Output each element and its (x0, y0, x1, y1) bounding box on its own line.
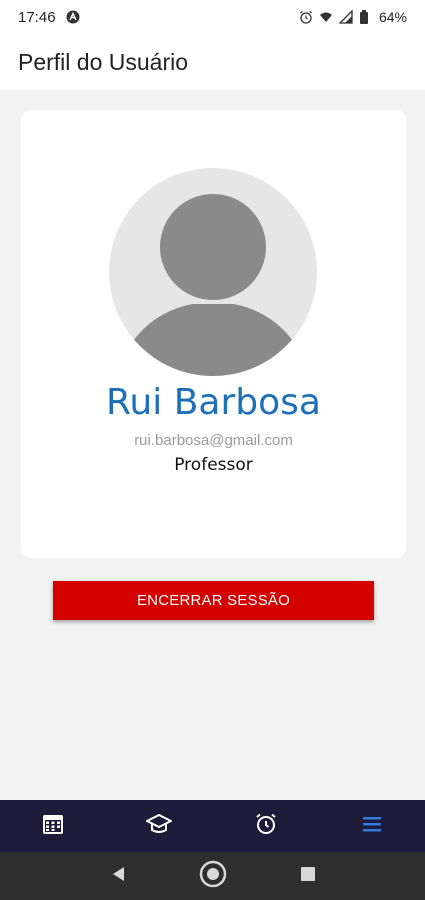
nav-calendar[interactable] (23, 800, 83, 852)
profile-card: Rui Barbosa rui.barbosa@gmail.com Profes… (21, 110, 406, 558)
signal-icon (338, 9, 353, 24)
status-time: 17:46 (18, 8, 56, 26)
battery-level: 64% (378, 9, 407, 25)
default-avatar-icon (109, 168, 317, 376)
alarm-clock-icon (254, 812, 278, 841)
back-button[interactable] (98, 856, 138, 896)
user-name: Rui Barbosa (106, 382, 321, 423)
nav-courses[interactable] (129, 800, 189, 852)
recents-button[interactable] (288, 856, 328, 896)
wifi-icon (319, 10, 333, 24)
main-content: Rui Barbosa rui.barbosa@gmail.com Profes… (0, 90, 425, 800)
home-button[interactable] (193, 856, 233, 896)
home-circle-icon (198, 859, 228, 894)
recents-square-icon (300, 866, 316, 887)
system-nav-bar (0, 852, 425, 900)
bottom-nav (0, 800, 425, 852)
app-header: Perfil do Usuário (0, 34, 425, 90)
nav-menu[interactable] (342, 800, 402, 852)
user-role: Professor (174, 455, 253, 475)
logout-button[interactable]: ENCERRAR SESSÃO (53, 581, 374, 620)
battery-icon (359, 10, 373, 24)
page-title: Perfil do Usuário (18, 48, 189, 75)
status-icons: 64% (299, 9, 407, 25)
status-bar: 17:46 64% (0, 0, 425, 34)
back-triangle-icon (110, 865, 126, 888)
notification-a-icon (66, 10, 80, 24)
alarm-icon (299, 10, 313, 24)
calendar-icon (41, 812, 65, 841)
user-email: rui.barbosa@gmail.com (134, 432, 293, 449)
graduation-cap-icon (146, 812, 173, 841)
menu-icon (361, 815, 383, 838)
nav-alarms[interactable] (236, 800, 296, 852)
